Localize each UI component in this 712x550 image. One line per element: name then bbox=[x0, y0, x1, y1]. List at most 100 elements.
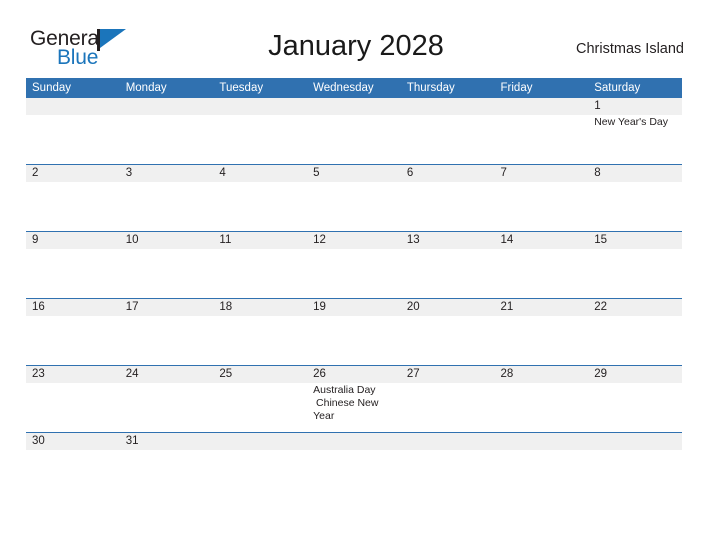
event-cell-empty bbox=[588, 182, 682, 231]
date-cell-30[interactable]: 30 bbox=[26, 433, 120, 450]
event-cell-empty bbox=[26, 115, 120, 164]
event-cell-empty bbox=[26, 249, 120, 298]
date-cell-6[interactable]: 6 bbox=[401, 165, 495, 182]
weekday-header-thursday: Thursday bbox=[406, 82, 455, 94]
event-cell-empty bbox=[401, 383, 495, 432]
event-cell-empty bbox=[213, 115, 307, 164]
date-number-band: 1 bbox=[26, 98, 682, 115]
calendar-week-row: 23 24 25 26 27 28 29 Australia Day Chinese New … bbox=[26, 365, 682, 432]
date-number-band: 23 24 25 26 27 28 29 bbox=[26, 366, 682, 383]
date-cell-26[interactable]: 26 bbox=[307, 366, 401, 383]
date-cell-7[interactable]: 7 bbox=[495, 165, 589, 182]
weekday-header-sunday: Sunday bbox=[32, 82, 72, 94]
weekday-header-tuesday: Tuesday bbox=[219, 82, 264, 94]
date-cell-29[interactable]: 29 bbox=[588, 366, 682, 383]
event-cell-empty bbox=[401, 249, 495, 298]
date-cell-empty bbox=[588, 433, 682, 450]
date-cell-24[interactable]: 24 bbox=[120, 366, 214, 383]
date-cell-empty bbox=[307, 98, 401, 115]
date-cell-8[interactable]: 8 bbox=[588, 165, 682, 182]
date-cell-19[interactable]: 19 bbox=[307, 299, 401, 316]
event-cell-empty bbox=[495, 383, 589, 432]
event-cell-1[interactable]: New Year's Day bbox=[588, 115, 682, 164]
event-cell-empty bbox=[26, 383, 120, 432]
event-cell-empty bbox=[120, 383, 214, 432]
event-cell-empty bbox=[307, 249, 401, 298]
date-cell-10[interactable]: 10 bbox=[120, 232, 214, 249]
date-cell-5[interactable]: 5 bbox=[307, 165, 401, 182]
date-cell-14[interactable]: 14 bbox=[495, 232, 589, 249]
date-cell-11[interactable]: 11 bbox=[213, 232, 307, 249]
event-cell-empty bbox=[307, 450, 401, 468]
event-band: New Year's Day bbox=[26, 115, 682, 164]
date-cell-15[interactable]: 15 bbox=[588, 232, 682, 249]
date-cell-empty bbox=[495, 433, 589, 450]
event-cell-empty bbox=[213, 450, 307, 468]
date-cell-16[interactable]: 16 bbox=[26, 299, 120, 316]
date-cell-9[interactable]: 9 bbox=[26, 232, 120, 249]
event-cell-empty bbox=[120, 249, 214, 298]
date-cell-27[interactable]: 27 bbox=[401, 366, 495, 383]
date-cell-12[interactable]: 12 bbox=[307, 232, 401, 249]
event-band: Australia Day Chinese New Year bbox=[26, 383, 682, 432]
date-number-band: 16 17 18 19 20 21 22 bbox=[26, 299, 682, 316]
date-cell-empty bbox=[401, 98, 495, 115]
date-cell-28[interactable]: 28 bbox=[495, 366, 589, 383]
event-band bbox=[26, 316, 682, 365]
date-number-band: 30 31 bbox=[26, 433, 682, 450]
date-cell-empty bbox=[307, 433, 401, 450]
event-cell-empty bbox=[307, 182, 401, 231]
event-band bbox=[26, 450, 682, 468]
event-cell-empty bbox=[213, 182, 307, 231]
event-cell-empty bbox=[26, 316, 120, 365]
event-cell-empty bbox=[588, 249, 682, 298]
date-cell-empty bbox=[213, 98, 307, 115]
event-cell-empty bbox=[401, 450, 495, 468]
date-cell-25[interactable]: 25 bbox=[213, 366, 307, 383]
date-cell-3[interactable]: 3 bbox=[120, 165, 214, 182]
event-cell-empty bbox=[495, 115, 589, 164]
event-cell-empty bbox=[588, 316, 682, 365]
calendar-week-row: 2345678 bbox=[26, 164, 682, 231]
weekday-header-saturday: Saturday bbox=[594, 82, 641, 94]
event-cell-empty bbox=[495, 316, 589, 365]
weekday-header-row: Sunday Monday Tuesday Wednesday Thursday Frid… bbox=[26, 78, 682, 98]
event-cell-empty bbox=[213, 383, 307, 432]
event-cell-empty bbox=[120, 115, 214, 164]
page-header: General Blue January 2028 Christmas Isla… bbox=[0, 0, 712, 78]
date-cell-18[interactable]: 18 bbox=[213, 299, 307, 316]
date-cell-13[interactable]: 13 bbox=[401, 232, 495, 249]
date-cell-4[interactable]: 4 bbox=[213, 165, 307, 182]
event-band bbox=[26, 182, 682, 231]
weekday-header-friday: Friday bbox=[500, 82, 533, 94]
event-cell-empty bbox=[213, 249, 307, 298]
date-cell-empty bbox=[401, 433, 495, 450]
calendar-week-row: 16 17 18 19 20 21 22 bbox=[26, 298, 682, 365]
event-cell-empty bbox=[307, 115, 401, 164]
event-cell-empty bbox=[401, 316, 495, 365]
event-cell-empty bbox=[588, 450, 682, 468]
event-cell-empty bbox=[495, 450, 589, 468]
date-cell-2[interactable]: 2 bbox=[26, 165, 120, 182]
date-cell-21[interactable]: 21 bbox=[495, 299, 589, 316]
event-cell-empty bbox=[26, 450, 120, 468]
date-cell-22[interactable]: 22 bbox=[588, 299, 682, 316]
date-cell-empty bbox=[213, 433, 307, 450]
event-cell-empty bbox=[120, 450, 214, 468]
date-cell-empty bbox=[26, 98, 120, 115]
date-number-band: 2345678 bbox=[26, 165, 682, 182]
date-number-band: 9 10 11 12 13 14 15 bbox=[26, 232, 682, 249]
event-cell-empty bbox=[120, 316, 214, 365]
event-cell-empty bbox=[495, 182, 589, 231]
date-cell-1[interactable]: 1 bbox=[588, 98, 682, 115]
calendar-weeks: 1 New Year's Day 2 3 4 5 6 7 8 9 10 11 12 13 14 15 16 17 1… bbox=[26, 98, 682, 468]
event-cell-empty bbox=[120, 182, 214, 231]
date-cell-17[interactable]: 17 bbox=[120, 299, 214, 316]
date-cell-31[interactable]: 31 bbox=[120, 433, 214, 450]
calendar-week-row: 30 31 bbox=[26, 432, 682, 468]
weekday-header-wednesday: Wednesday bbox=[313, 82, 374, 94]
date-cell-20[interactable]: 20 bbox=[401, 299, 495, 316]
date-cell-23[interactable]: 23 bbox=[26, 366, 120, 383]
event-cell-26[interactable]: Australia Day Chinese New Year bbox=[307, 383, 401, 432]
event-cell-empty bbox=[307, 316, 401, 365]
